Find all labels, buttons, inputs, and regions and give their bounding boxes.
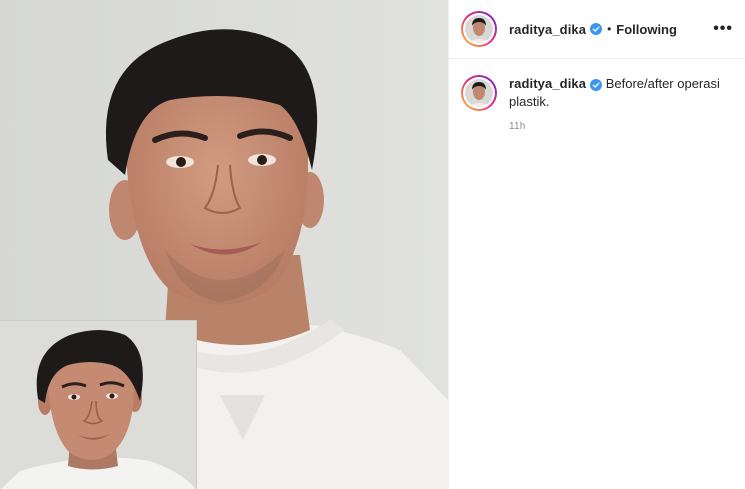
- caption-username-link[interactable]: raditya_dika: [509, 76, 586, 91]
- caption-text-block: raditya_dika Before/after operasi plasti…: [509, 75, 724, 111]
- avatar[interactable]: [461, 11, 497, 47]
- post-photo[interactable]: [0, 0, 448, 489]
- verified-badge-icon: [590, 78, 603, 91]
- caption-comment: raditya_dika Before/after operasi plasti…: [461, 75, 733, 111]
- caption-avatar[interactable]: [461, 75, 497, 111]
- post-timestamp[interactable]: 11h: [509, 121, 733, 132]
- separator-dot: •: [607, 22, 612, 36]
- comments-section: raditya_dika Before/after operasi plasti…: [449, 59, 745, 148]
- avatar-image: [465, 15, 493, 43]
- following-button[interactable]: Following: [616, 22, 677, 37]
- post-header: raditya_dika • Following •••: [449, 0, 745, 59]
- username-link[interactable]: raditya_dika: [509, 22, 586, 37]
- portrait-inset-photo: [0, 321, 196, 489]
- verified-badge-icon: [590, 23, 603, 35]
- avatar-image: [465, 79, 493, 107]
- before-inset-photo: [0, 320, 197, 489]
- more-options-icon[interactable]: •••: [713, 20, 733, 38]
- post-side-panel: raditya_dika • Following ••• raditya_dik…: [448, 0, 745, 489]
- post-viewer: raditya_dika • Following ••• raditya_dik…: [0, 0, 745, 489]
